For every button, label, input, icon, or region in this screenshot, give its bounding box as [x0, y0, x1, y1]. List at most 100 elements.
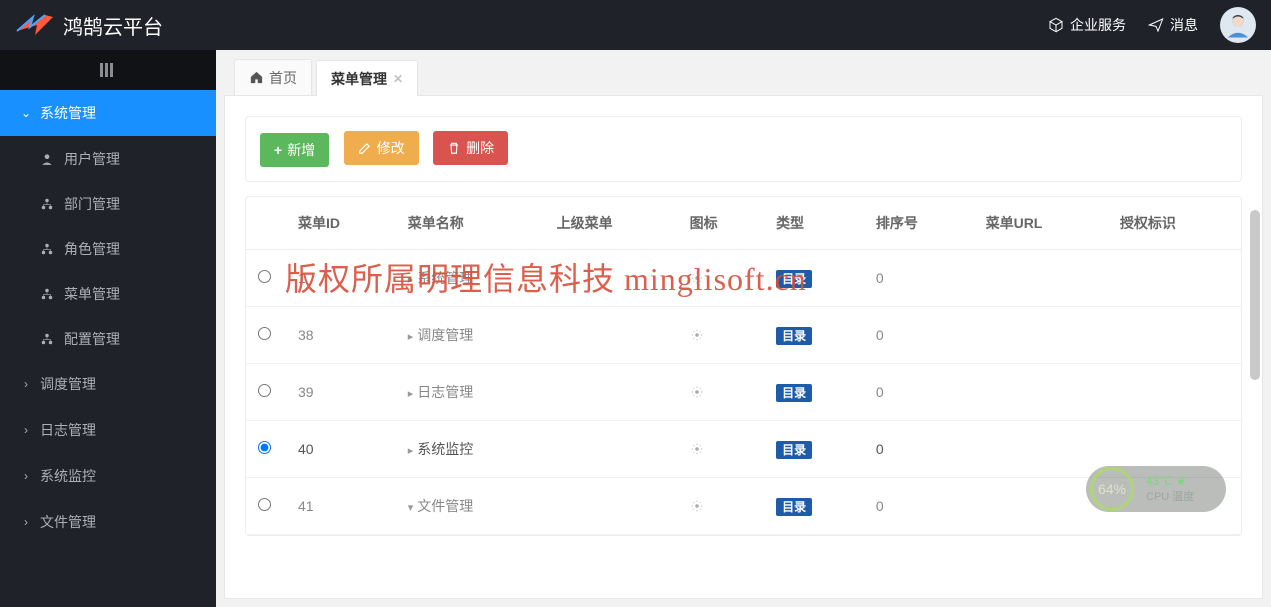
sidebar-sub-0-2[interactable]: 角色管理	[0, 226, 216, 271]
cell-id: 39	[286, 364, 396, 421]
cell-id: 40	[286, 421, 396, 478]
top-header: 鸿鹄云平台 企业服务 消息	[0, 0, 1271, 50]
toolbar: + 新增 修改 删除	[245, 116, 1242, 182]
plus-icon: +	[274, 142, 282, 158]
table-row[interactable]: 40▸系统监控 目录0	[246, 421, 1241, 478]
cell-parent	[545, 364, 678, 421]
col-header-2: 上级菜单	[545, 197, 678, 250]
cell-icon	[678, 421, 764, 478]
col-header-6: 菜单URL	[974, 197, 1108, 250]
cpu-percent-ring: 64%	[1090, 467, 1134, 511]
sidebar-sub-0-3[interactable]: 菜单管理	[0, 271, 216, 316]
row-radio[interactable]	[258, 441, 271, 454]
cell-sort: 0	[864, 250, 974, 307]
gear-icon	[690, 385, 704, 399]
table-row[interactable]: 39▸日志管理目录0	[246, 364, 1241, 421]
edit-icon	[358, 141, 372, 155]
cell-url	[974, 364, 1108, 421]
add-button[interactable]: + 新增	[260, 133, 329, 167]
cell-auth	[1108, 307, 1241, 364]
cell-name[interactable]: ▸调度管理	[396, 307, 545, 364]
expand-caret-icon[interactable]: ▾	[408, 502, 414, 514]
sitemap-icon	[40, 197, 54, 211]
sidebar-item-0[interactable]: ⌄系统管理	[0, 90, 216, 136]
row-radio[interactable]	[258, 270, 271, 283]
cell-type: 目录	[764, 421, 864, 478]
sidebar-item-4[interactable]: ›文件管理	[0, 499, 216, 545]
edit-button[interactable]: 修改	[344, 131, 419, 165]
brand: 鸿鹄云平台	[15, 11, 215, 40]
tab-content: + 新增 修改 删除 菜单ID菜单名称上级菜单图标类型排序号菜单URL授权标识 …	[224, 96, 1263, 599]
cell-url	[974, 250, 1108, 307]
row-radio[interactable]	[258, 498, 271, 511]
tab-0[interactable]: 首页	[234, 59, 312, 95]
tabs-bar: 首页菜单管理✕	[224, 58, 1263, 96]
messages-link[interactable]: 消息	[1148, 15, 1198, 35]
col-header-1: 菜单名称	[396, 197, 545, 250]
cell-name[interactable]: ▸系统监控	[396, 421, 545, 478]
user-icon	[40, 152, 54, 166]
delete-button[interactable]: 删除	[433, 131, 508, 165]
chevron-down-icon: ⌄	[18, 106, 34, 120]
sidebar-collapse-toggle[interactable]	[0, 50, 216, 90]
cell-id: 38	[286, 307, 396, 364]
sidebar-item-3[interactable]: ›系统监控	[0, 453, 216, 499]
menu-icon	[100, 63, 116, 77]
cell-icon	[678, 364, 764, 421]
sidebar-item-1[interactable]: ›调度管理	[0, 361, 216, 407]
col-select	[246, 197, 286, 250]
main-area: 首页菜单管理✕ + 新增 修改 删除 菜单ID菜单名称上级菜单图标类型排序号菜单…	[216, 50, 1271, 607]
expand-caret-icon[interactable]: ▸	[408, 445, 414, 457]
cell-parent	[545, 307, 678, 364]
cell-name[interactable]: ▾文件管理	[396, 478, 545, 535]
cell-sort: 0	[864, 421, 974, 478]
header-right: 企业服务 消息	[1048, 7, 1256, 43]
sidebar-item-2[interactable]: ›日志管理	[0, 407, 216, 453]
expand-caret-icon[interactable]: ▸	[408, 274, 414, 286]
cell-sort: 0	[864, 307, 974, 364]
row-radio[interactable]	[258, 327, 271, 340]
cell-id: 1	[286, 250, 396, 307]
cell-name[interactable]: ▸系统管理	[396, 250, 545, 307]
chevron-right-icon: ›	[18, 515, 34, 529]
table-row[interactable]: 1▸系统管理 目录0	[246, 250, 1241, 307]
cell-sort: 0	[864, 478, 974, 535]
sidebar-sub-0-0[interactable]: 用户管理	[0, 136, 216, 181]
gear-icon	[690, 499, 704, 513]
cell-type: 目录	[764, 250, 864, 307]
cell-auth	[1108, 250, 1241, 307]
cell-sort: 0	[864, 364, 974, 421]
close-icon[interactable]: ✕	[393, 72, 403, 86]
cell-type: 目录	[764, 307, 864, 364]
trash-icon	[447, 141, 461, 155]
cell-id: 41	[286, 478, 396, 535]
avatar-icon	[1224, 11, 1252, 39]
col-header-4: 类型	[764, 197, 864, 250]
cell-parent	[545, 250, 678, 307]
tab-1[interactable]: 菜单管理✕	[316, 60, 418, 96]
cell-icon	[678, 307, 764, 364]
sitemap-icon	[40, 287, 54, 301]
scrollbar-thumb[interactable]	[1250, 210, 1260, 380]
chevron-right-icon: ›	[18, 423, 34, 437]
sitemap-icon	[40, 242, 54, 256]
expand-caret-icon[interactable]: ▸	[408, 331, 414, 343]
row-radio[interactable]	[258, 384, 271, 397]
scrollbar-track[interactable]	[1250, 96, 1260, 598]
col-header-7: 授权标识	[1108, 197, 1241, 250]
expand-caret-icon[interactable]: ▸	[408, 388, 414, 400]
home-icon	[249, 70, 264, 85]
gear-icon	[690, 271, 704, 285]
enterprise-service-link[interactable]: 企业服务	[1048, 15, 1126, 35]
cell-icon	[678, 478, 764, 535]
cell-url	[974, 307, 1108, 364]
user-avatar[interactable]	[1220, 7, 1256, 43]
chevron-right-icon: ›	[18, 377, 34, 391]
cpu-temp: 43℃ ❦ CPU 温度	[1146, 474, 1194, 504]
cell-name[interactable]: ▸日志管理	[396, 364, 545, 421]
sidebar-sub-0-1[interactable]: 部门管理	[0, 181, 216, 226]
sidebar-sub-0-4[interactable]: 配置管理	[0, 316, 216, 361]
table-row[interactable]: 38▸调度管理 目录0	[246, 307, 1241, 364]
cpu-widget[interactable]: 64% 43℃ ❦ CPU 温度	[1086, 466, 1226, 512]
gear-icon	[690, 328, 704, 342]
